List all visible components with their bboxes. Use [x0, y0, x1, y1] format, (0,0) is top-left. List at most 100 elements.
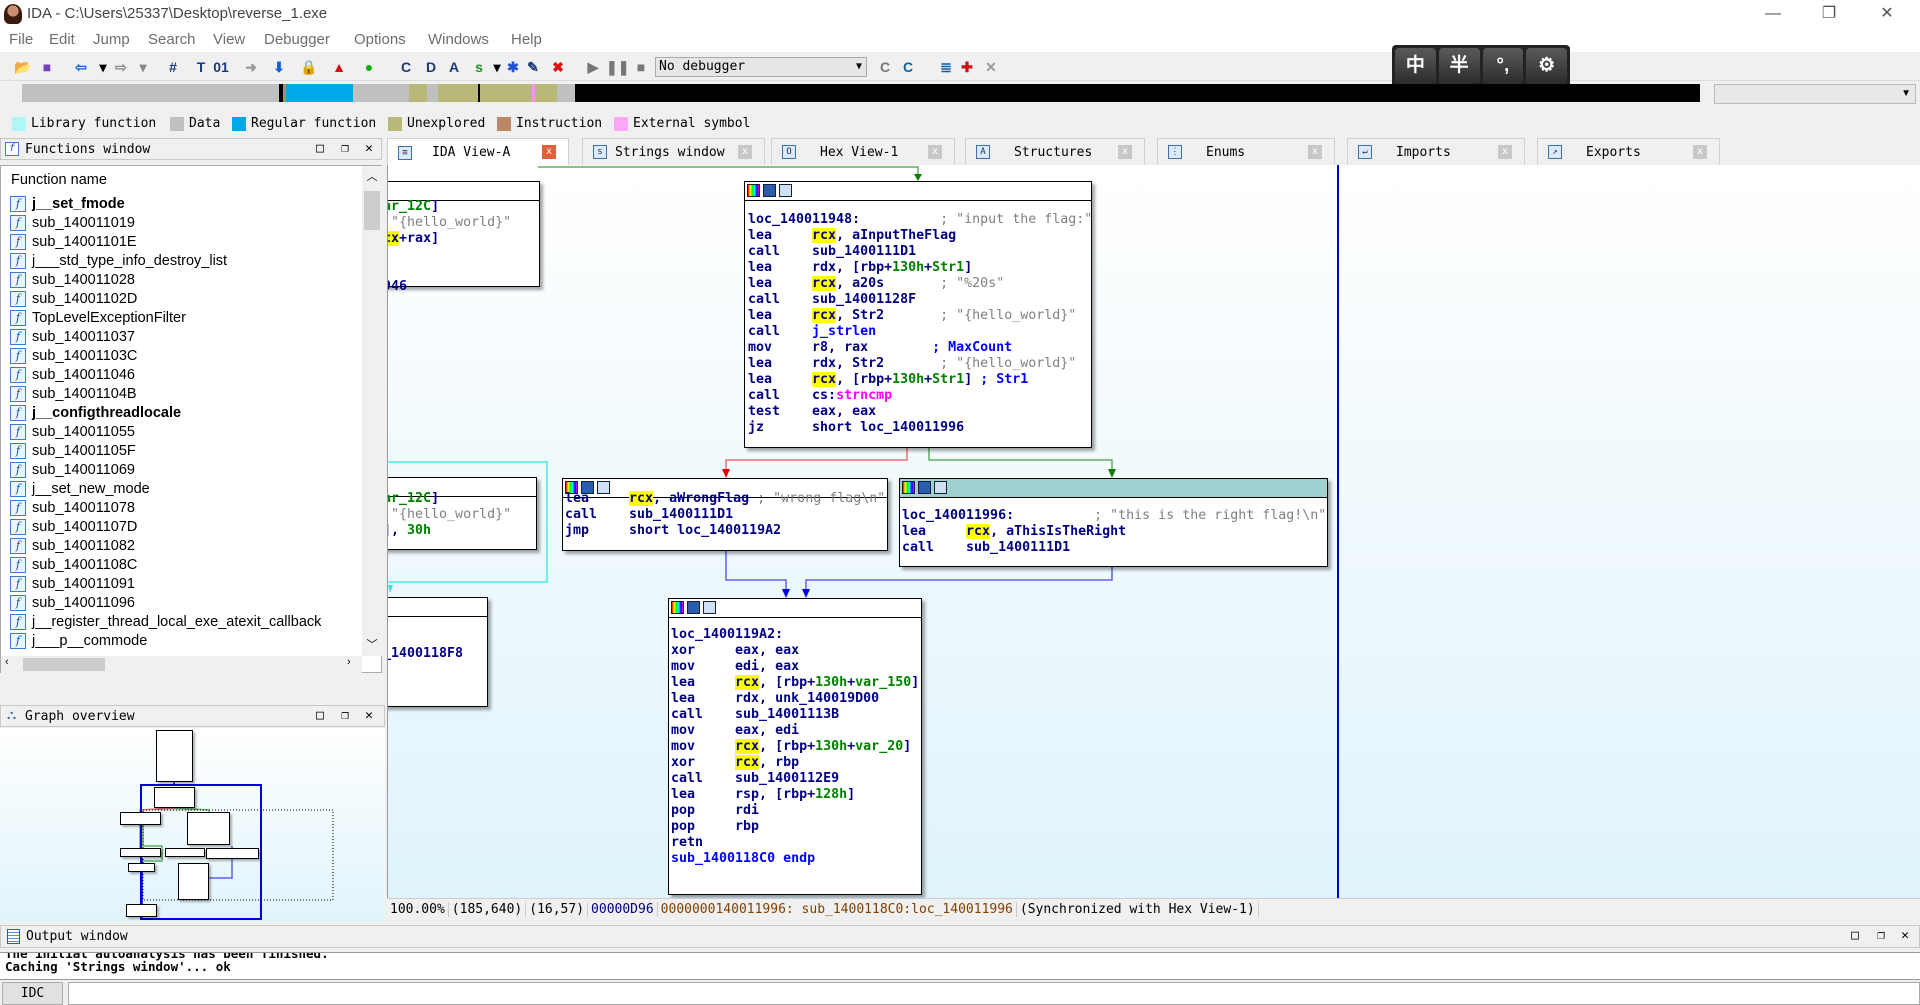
edit-icon[interactable] [918, 481, 931, 494]
make-data-icon[interactable]: D [420, 56, 442, 78]
float-icon[interactable]: ❐ [337, 708, 353, 723]
code-line[interactable]: call j_strlen [748, 324, 876, 340]
function-list-item[interactable]: f sub_14001103C [10, 346, 137, 365]
code-line[interactable]: lea rcx, Str2 ; "{hello_world}" [748, 308, 1076, 324]
search-immediate-icon[interactable]: 01 [210, 56, 232, 78]
function-list-item[interactable]: f sub_14001107D [10, 517, 137, 536]
close-button[interactable]: ✕ [1864, 0, 1910, 28]
code-line[interactable]: 11946 [388, 279, 407, 295]
tab-close-icon[interactable]: x [542, 145, 556, 159]
function-list-item[interactable]: f sub_140011055 [10, 422, 135, 441]
code-line[interactable]: lea rcx, [rbp+130h+Str1] ; Str1 [748, 372, 1028, 388]
graph-icon[interactable] [779, 184, 792, 197]
code-line[interactable]: ; "{hello_world}" [388, 215, 511, 231]
code-line[interactable]: [rcx+rax] [388, 231, 439, 247]
code-line[interactable]: call sub_1400112E9 [671, 771, 839, 787]
color-icon[interactable] [747, 184, 760, 197]
tab-exports[interactable]: ↗ Exports x [1537, 138, 1720, 165]
tab-ida-view-a[interactable]: ≡ IDA View-A x [387, 138, 569, 166]
back-icon[interactable]: ⇦ [70, 56, 92, 78]
function-list-item[interactable]: f j__configthreadlocale [10, 403, 181, 422]
code-line[interactable]: call sub_1400111D1 [565, 507, 733, 523]
edit-icon[interactable] [687, 601, 700, 614]
tab-close-icon[interactable]: x [1118, 145, 1132, 159]
function-list-item[interactable]: f sub_140011046 [10, 365, 135, 384]
analysis-warning-icon[interactable]: ▲ [328, 56, 350, 78]
code-line[interactable]: pop rbp [671, 819, 759, 835]
edit-icon[interactable] [763, 184, 776, 197]
menu-edit[interactable]: Edit [49, 31, 75, 48]
code-line[interactable]: loc_140011948: ; "input the flag:" [748, 212, 1092, 228]
graph-block-left-top[interactable]: +var_12C] ; "{hello_world}"[rcx+rax] 1194… [388, 181, 540, 294]
function-list-item[interactable]: f sub_14001104B [10, 384, 137, 403]
code-line[interactable]: xor eax, eax [671, 643, 799, 659]
scroll-left-icon[interactable]: ‹ [5, 656, 9, 668]
close-icon[interactable]: ✕ [361, 141, 377, 156]
restore-button[interactable]: ❐ [1806, 0, 1852, 28]
code-line[interactable]: lea rdx, Str2 ; "{hello_world}" [748, 356, 1076, 372]
close-icon[interactable]: ✕ [1897, 928, 1913, 943]
tab-enums[interactable]: ⋮ Enums x [1157, 138, 1335, 165]
ime-key[interactable]: ⚙ [1526, 48, 1567, 85]
vertical-scrollbar[interactable]: ︿ ﹀ [362, 166, 382, 656]
graph-overview-canvas[interactable] [0, 728, 385, 921]
function-list-item[interactable]: f sub_140011037 [10, 327, 135, 346]
function-list-item[interactable]: f sub_140011091 [10, 574, 135, 593]
stop-icon[interactable]: ■ [630, 56, 652, 78]
code-line[interactable]: call cs:strncmp [748, 388, 892, 404]
maximize-icon[interactable]: □ [312, 141, 328, 156]
rename-icon[interactable]: ✎ [522, 56, 544, 78]
code-line[interactable]: jz short loc_140011996 [748, 420, 964, 436]
menu-debugger[interactable]: Debugger [264, 31, 330, 48]
menu-search[interactable]: Search [148, 31, 196, 48]
function-list-item[interactable]: f sub_14001101E [10, 232, 137, 251]
code-line[interactable]: ax], 30h [388, 523, 431, 539]
code-line[interactable]: lea rcx, aInputTheFlag [748, 228, 956, 244]
tab-close-icon[interactable]: x [1498, 145, 1512, 159]
scrollbar-thumb[interactable] [23, 658, 105, 671]
search-binary-icon[interactable]: # [162, 56, 184, 78]
tab-strings-window[interactable]: s Strings window x [582, 138, 765, 165]
ime-key[interactable]: °, [1482, 48, 1524, 85]
function-list-item[interactable]: f sub_14001102D [10, 289, 137, 308]
code-line[interactable]: lea rcx, [rbp+130h+var_150] [671, 675, 919, 691]
step-into-icon[interactable]: C [874, 56, 896, 78]
function-list-item[interactable]: f sub_14001105F [10, 441, 136, 460]
code-line[interactable]: loc_1400119A2: [671, 627, 783, 643]
debugger-select[interactable]: No debugger ▼ [655, 57, 867, 77]
code-line[interactable]: lea rdx, [rbp+130h+Str1] [748, 260, 972, 276]
graph-block-left-mid[interactable]: +var_12C] ; "{hello_world}"ax], 30h [388, 477, 537, 550]
horizontal-scrollbar[interactable]: ‹ › [1, 656, 362, 673]
function-list-item[interactable]: f sub_14001108C [10, 555, 137, 574]
code-line[interactable]: +var_12C] [388, 491, 439, 507]
add-breakpoint-icon[interactable]: ✚ [956, 56, 978, 78]
code-line[interactable]: pop rdi [671, 803, 759, 819]
graph-block-wrong[interactable]: lea rcx, aWrongFlag ; "wrong flag\n" call… [562, 478, 888, 551]
color-icon[interactable] [902, 481, 915, 494]
scroll-down-icon[interactable]: ﹀ [362, 636, 382, 652]
graph-icon[interactable] [703, 601, 716, 614]
code-line[interactable]: lea rsp, [rbp+128h] [671, 787, 855, 803]
code-line[interactable]: +var_12C] [388, 199, 439, 215]
color-icon[interactable] [671, 601, 684, 614]
jump-down-icon[interactable]: ⬇ [268, 56, 290, 78]
code-line[interactable]: oc_1400118F8 [388, 646, 463, 662]
function-list-item[interactable]: f j__set_new_mode [10, 479, 150, 498]
ida-graph-view[interactable]: +var_12C] ; "{hello_world}"[rcx+rax] 1194… [387, 165, 1920, 900]
function-list-item[interactable]: f sub_140011028 [10, 270, 135, 289]
function-list-item[interactable]: f j___std_type_info_destroy_list [10, 251, 227, 270]
idc-button[interactable]: IDC [2, 982, 63, 1005]
code-line[interactable]: mov rcx, [rbp+130h+var_20] [671, 739, 911, 755]
function-list-item[interactable]: f TopLevelExceptionFilter [10, 308, 186, 327]
menu-jump[interactable]: Jump [93, 31, 130, 48]
tab-close-icon[interactable]: x [738, 145, 752, 159]
column-header-function-name[interactable]: Function name [11, 172, 107, 188]
float-icon[interactable]: ❐ [1873, 928, 1889, 943]
code-line[interactable]: sub_1400118C0 endp [671, 851, 815, 867]
ime-key[interactable]: 中 [1395, 48, 1436, 85]
pause-icon[interactable]: ❚❚ [606, 56, 629, 78]
code-line[interactable]: jmp short loc_1400119A2 [565, 523, 781, 539]
step-over-icon[interactable]: C [897, 56, 919, 78]
make-array-icon[interactable]: ✱ [502, 56, 524, 78]
code-line[interactable]: loc_140011996: ; "this is the right flag… [902, 508, 1326, 524]
